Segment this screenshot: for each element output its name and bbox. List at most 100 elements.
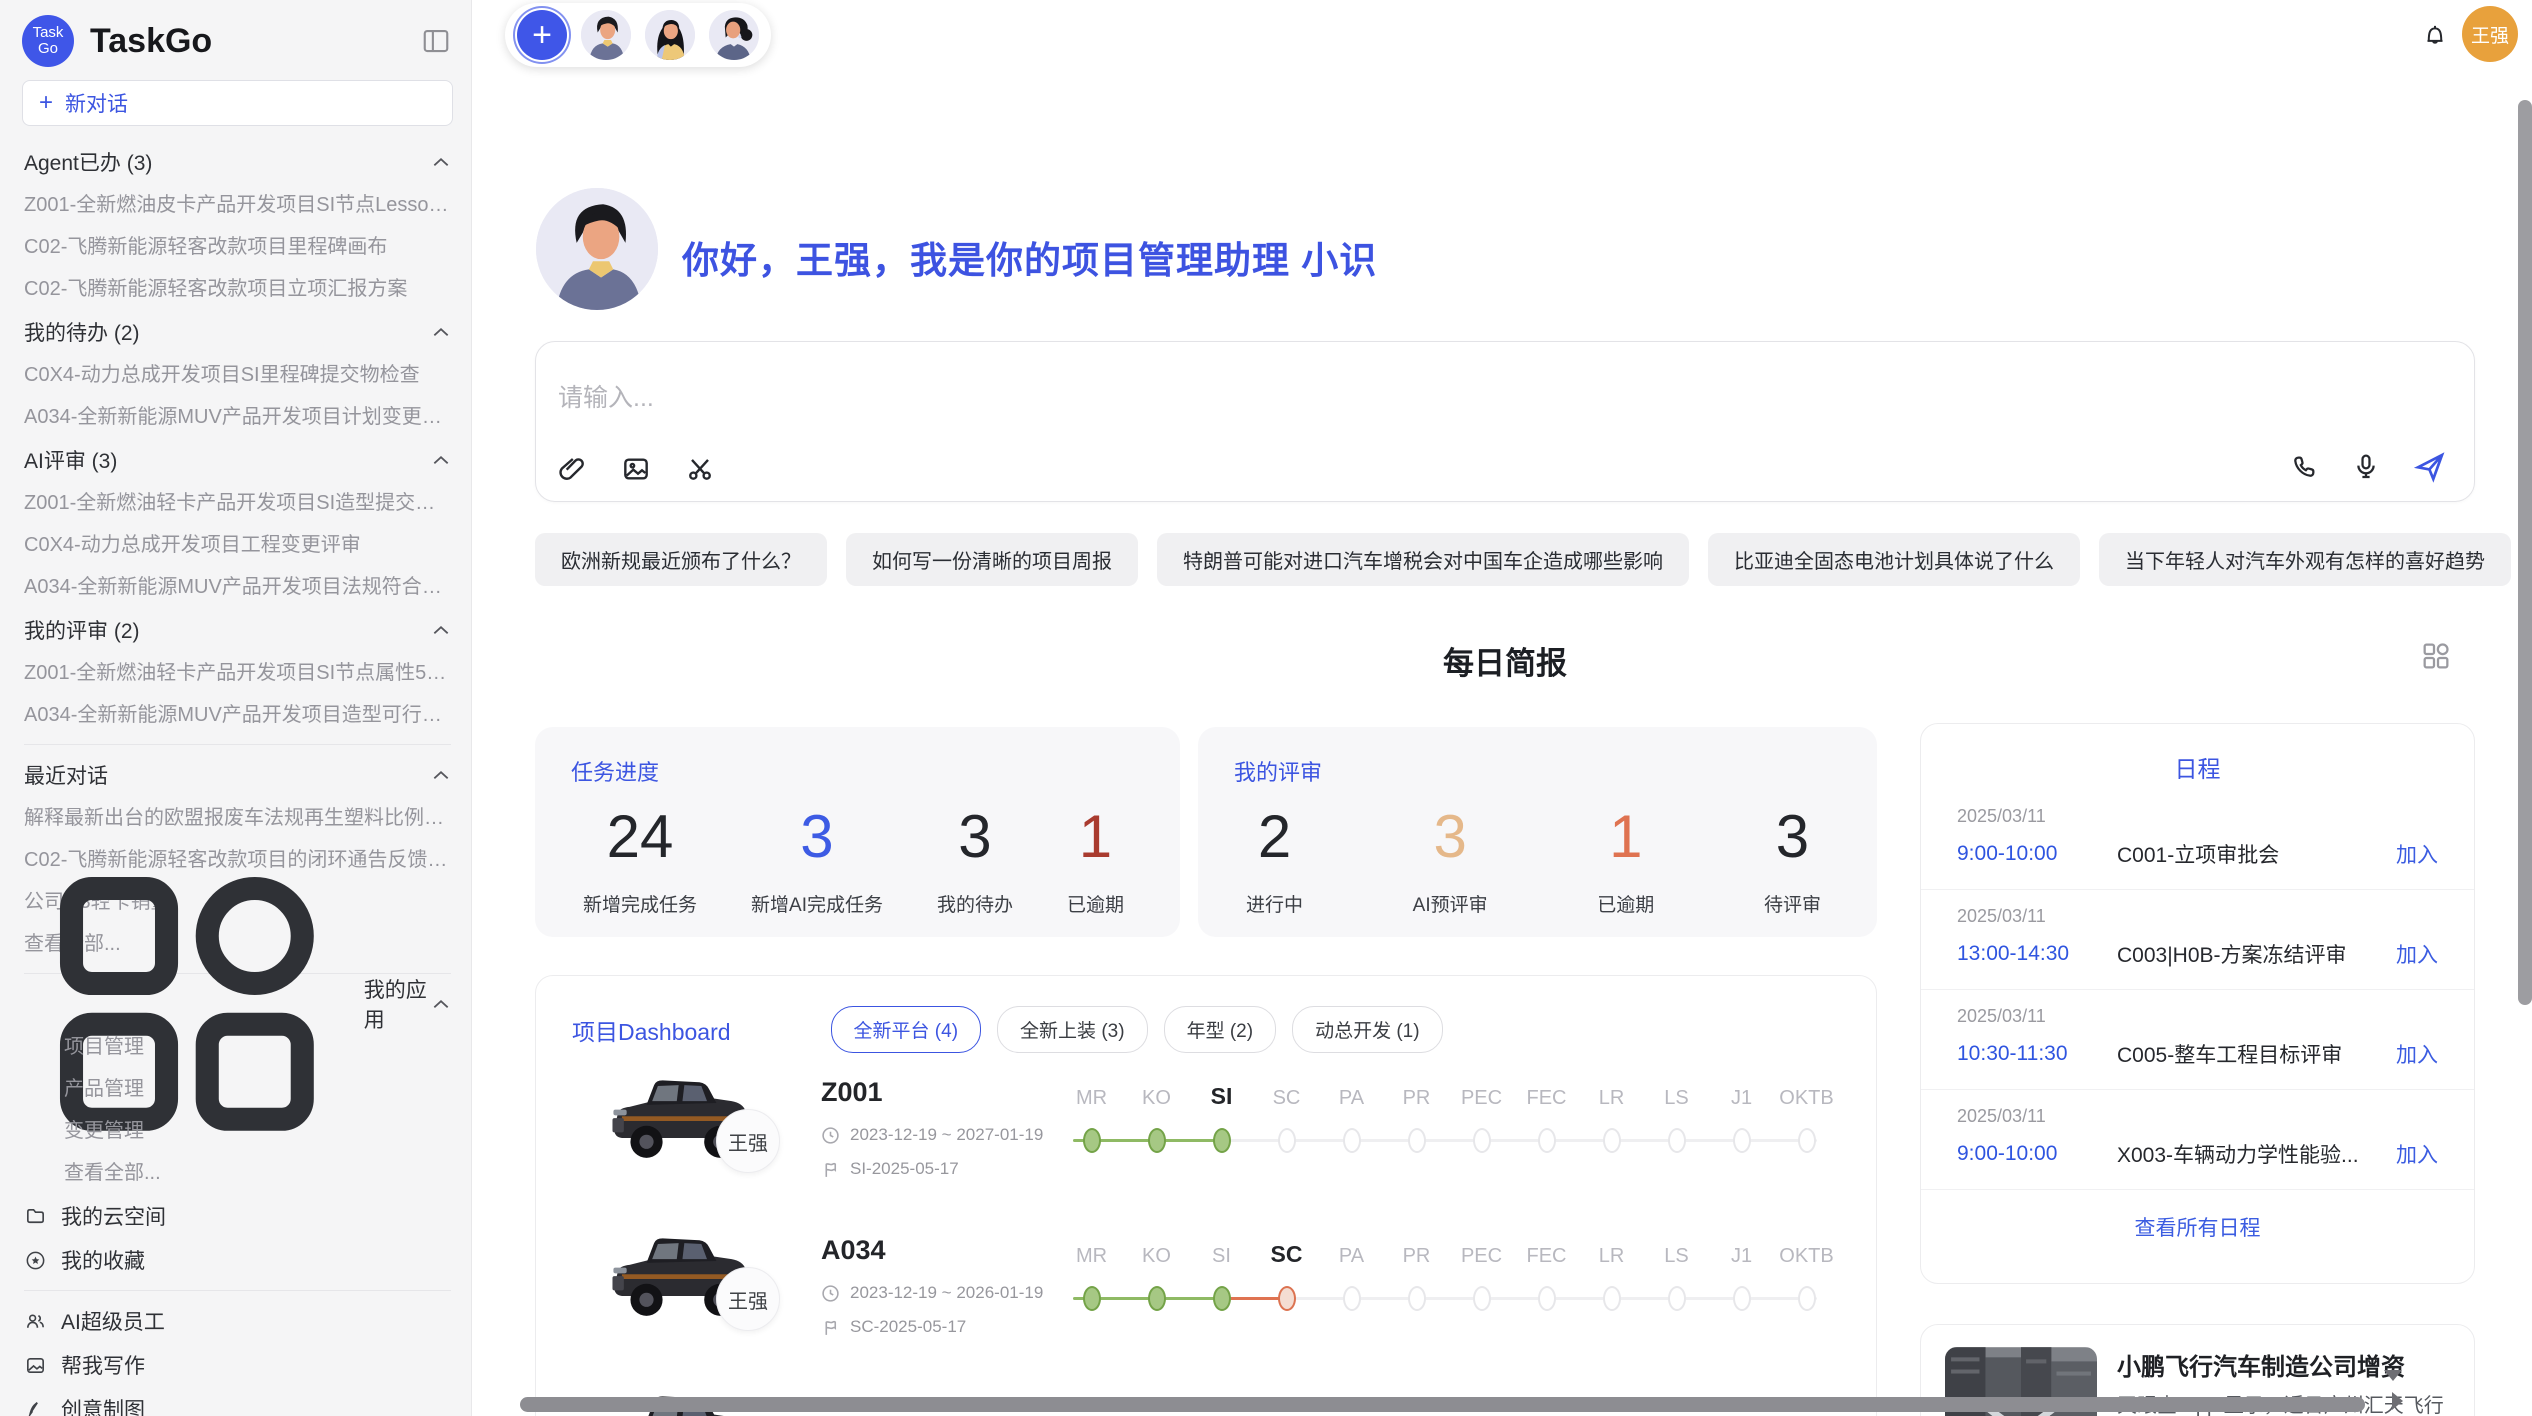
milestone-track: MR KO SI SC PA PR PEC FEC LR LS J1 OKTB [1059,1241,1839,1314]
cloud-space-label: 我的云空间 [61,1201,166,1231]
milestone-dot-overdue [1278,1286,1296,1311]
scissors-icon[interactable] [684,453,716,485]
sidebar-item-ai-staff[interactable]: AI超级员工 [24,1299,451,1343]
milestone-label: PR [1384,1245,1449,1268]
sidebar-item[interactable]: C0X4-动力总成开发项目工程变更评审 [24,524,451,566]
sidebar-item[interactable]: C02-飞腾新能源轻客改款项目立项汇报方案 [24,268,451,310]
sidebar-item-help-write[interactable]: 帮我写作 [24,1343,451,1387]
sidebar-item[interactable]: A034-全新新能源MUV产品开发项目法规符合性评审 [24,566,451,608]
horizontal-scrollbar[interactable] [520,1397,2365,1412]
chevron-up-icon[interactable] [431,997,451,1011]
recent-chat-item[interactable]: 解释最新出台的欧盟报废车法规再生塑料比例被调至15%... [24,797,451,839]
user-name: 王强 [2471,21,2509,48]
milestone-dot [1603,1286,1621,1311]
chevron-up-icon[interactable] [431,768,451,782]
filter-pill[interactable]: 全新上装 (3) [997,1006,1148,1053]
sidebar-item-creative-draw[interactable]: 创意制图 [24,1387,451,1416]
collapse-sidebar-icon[interactable] [421,26,451,56]
suggestion-chip[interactable]: 比亚迪全固态电池计划具体说了什么 [1708,533,2080,586]
project-dates: 2023-12-19 ~ 2027-01-19 [821,1125,1043,1145]
scroll-right-arrow[interactable] [2392,1392,2403,1410]
suggestion-chip[interactable]: 如何写一份清晰的项目周报 [846,533,1138,586]
suggestion-chip[interactable]: 欧洲新规最近颁布了什么？ [535,533,827,586]
sidebar-item-favorites[interactable]: 我的收藏 [24,1238,451,1282]
chevron-up-icon[interactable] [431,325,451,339]
new-chat-button[interactable]: + 新对话 [22,80,453,126]
project-row[interactable]: 王强 A034 2023-12-19 ~ 2026-01-19 SC-2025-… [536,1219,1877,1377]
sidebar-item-cloud-space[interactable]: 我的云空间 [24,1194,451,1238]
milestone-track: MR KO SI SC PA PR PEC FEC LR LS J1 OKTB [1059,1083,1839,1156]
paperclip-icon[interactable] [556,453,588,485]
stat-pending-review: 3 待评审 [1764,805,1821,917]
stat-my-todo: 3 我的待办 [937,805,1013,917]
sidebar-item[interactable]: Z001-全新燃油轻卡产品开发项目SI节点属性5D文件评审 [24,652,451,694]
project-row[interactable]: 王强 Z001 2023-12-19 ~ 2027-01-19 SI-2025-… [536,1061,1877,1219]
section-my-todo[interactable]: 我的待办 (2) [24,310,451,354]
milestone-dot [1798,1128,1816,1153]
chat-input[interactable] [558,384,2058,413]
filter-pill[interactable]: 年型 (2) [1164,1006,1277,1053]
milestone-dot [1538,1128,1556,1153]
join-link[interactable]: 加入 [2396,1039,2438,1069]
creative-draw-label: 创意制图 [61,1394,145,1416]
section-my-apps[interactable]: 我的应用 [24,982,451,1026]
join-link[interactable]: 加入 [2396,1139,2438,1169]
milestone-dot [1668,1128,1686,1153]
milestone-dot [1343,1286,1361,1311]
sidebar-item[interactable]: A034-全新新能源MUV产品开发项目造型可行性评审 [24,694,451,736]
divider [24,1290,451,1291]
sidebar-item[interactable]: C02-飞腾新能源轻客改款项目里程碑画布 [24,226,451,268]
milestone-dot [1603,1128,1621,1153]
stat-new-done: 24 新增完成任务 [583,805,697,917]
chevron-up-icon[interactable] [431,453,451,467]
chat-input-card [535,341,2475,502]
image-icon[interactable] [620,453,652,485]
milestone-dot [1668,1286,1686,1311]
sidebar-item[interactable]: C0X4-动力总成开发项目SI里程碑提交物检查 [24,354,451,396]
filter-pill-active[interactable]: 全新平台 (4) [831,1006,982,1053]
suggestion-chips: 欧洲新规最近颁布了什么？ 如何写一份清晰的项目周报 特朗普可能对进口汽车增税会对… [535,533,2511,586]
sidebar-item[interactable]: Z001-全新燃油轻卡产品开发项目SI造型提交物评审 [24,482,451,524]
join-link[interactable]: 加入 [2396,939,2438,969]
section-recent-chats[interactable]: 最近对话 [24,753,451,797]
folder-icon [24,1205,47,1228]
new-chat-label: 新对话 [65,88,128,118]
chevron-up-icon[interactable] [431,623,451,637]
section-title: AI评审 (3) [24,445,117,475]
stat-review-overdue: 1 已逾期 [1597,805,1654,917]
schedule-item: 2025/03/11 10:30-11:30 C005-整车工程目标评审 加入 [1921,990,2474,1090]
section-agent-done[interactable]: Agent已办 (3) [24,140,451,184]
section-title: Agent已办 (3) [24,147,152,177]
session-avatar-2[interactable] [645,10,695,60]
project-flag-date: SC-2025-05-17 [821,1317,966,1337]
user-avatar[interactable]: 王强 [2462,6,2518,62]
add-session-button[interactable]: + [517,10,567,60]
filter-pill[interactable]: 动总开发 (1) [1292,1006,1443,1053]
sidebar-item[interactable]: A034-全新新能源MUV产品开发项目计划变更表编写 [24,396,451,438]
help-write-label: 帮我写作 [61,1350,145,1380]
send-icon[interactable] [2412,449,2448,485]
milestone-label: J1 [1709,1245,1774,1268]
schedule-date: 2025/03/11 [1957,1106,2438,1127]
scroll-down-arrow[interactable] [2384,1370,2402,1381]
notification-bell-icon[interactable] [2420,18,2450,50]
chevron-up-icon[interactable] [431,155,451,169]
sidebar-item[interactable]: Z001-全新燃油皮卡产品开发项目SI节点Lesson Learn报告 [24,184,451,226]
view-all-schedule-link[interactable]: 查看所有日程 [1921,1212,2474,1242]
microphone-icon[interactable] [2350,451,2382,483]
schedule-item: 2025/03/11 9:00-10:00 C001-立项审批会 加入 [1921,790,2474,890]
milestone-label: LS [1644,1245,1709,1268]
section-ai-review[interactable]: AI评审 (3) [24,438,451,482]
join-link[interactable]: 加入 [2396,839,2438,869]
suggestion-chip[interactable]: 当下年轻人对汽车外观有怎样的喜好趋势 [2099,533,2511,586]
vertical-scrollbar[interactable] [2518,100,2532,1005]
phone-icon[interactable] [2288,451,2320,483]
session-avatar-1[interactable] [581,10,631,60]
milestone-dot-done [1148,1128,1166,1153]
pen-icon [24,1398,47,1416]
dashboard-filters: 全新平台 (4) 全新上装 (3) 年型 (2) 动总开发 (1) [831,1006,1443,1053]
layout-grid-icon[interactable] [2420,640,2452,672]
section-my-review[interactable]: 我的评审 (2) [24,608,451,652]
session-avatar-3[interactable] [709,10,759,60]
suggestion-chip[interactable]: 特朗普可能对进口汽车增税会对中国车企造成哪些影响 [1157,533,1689,586]
